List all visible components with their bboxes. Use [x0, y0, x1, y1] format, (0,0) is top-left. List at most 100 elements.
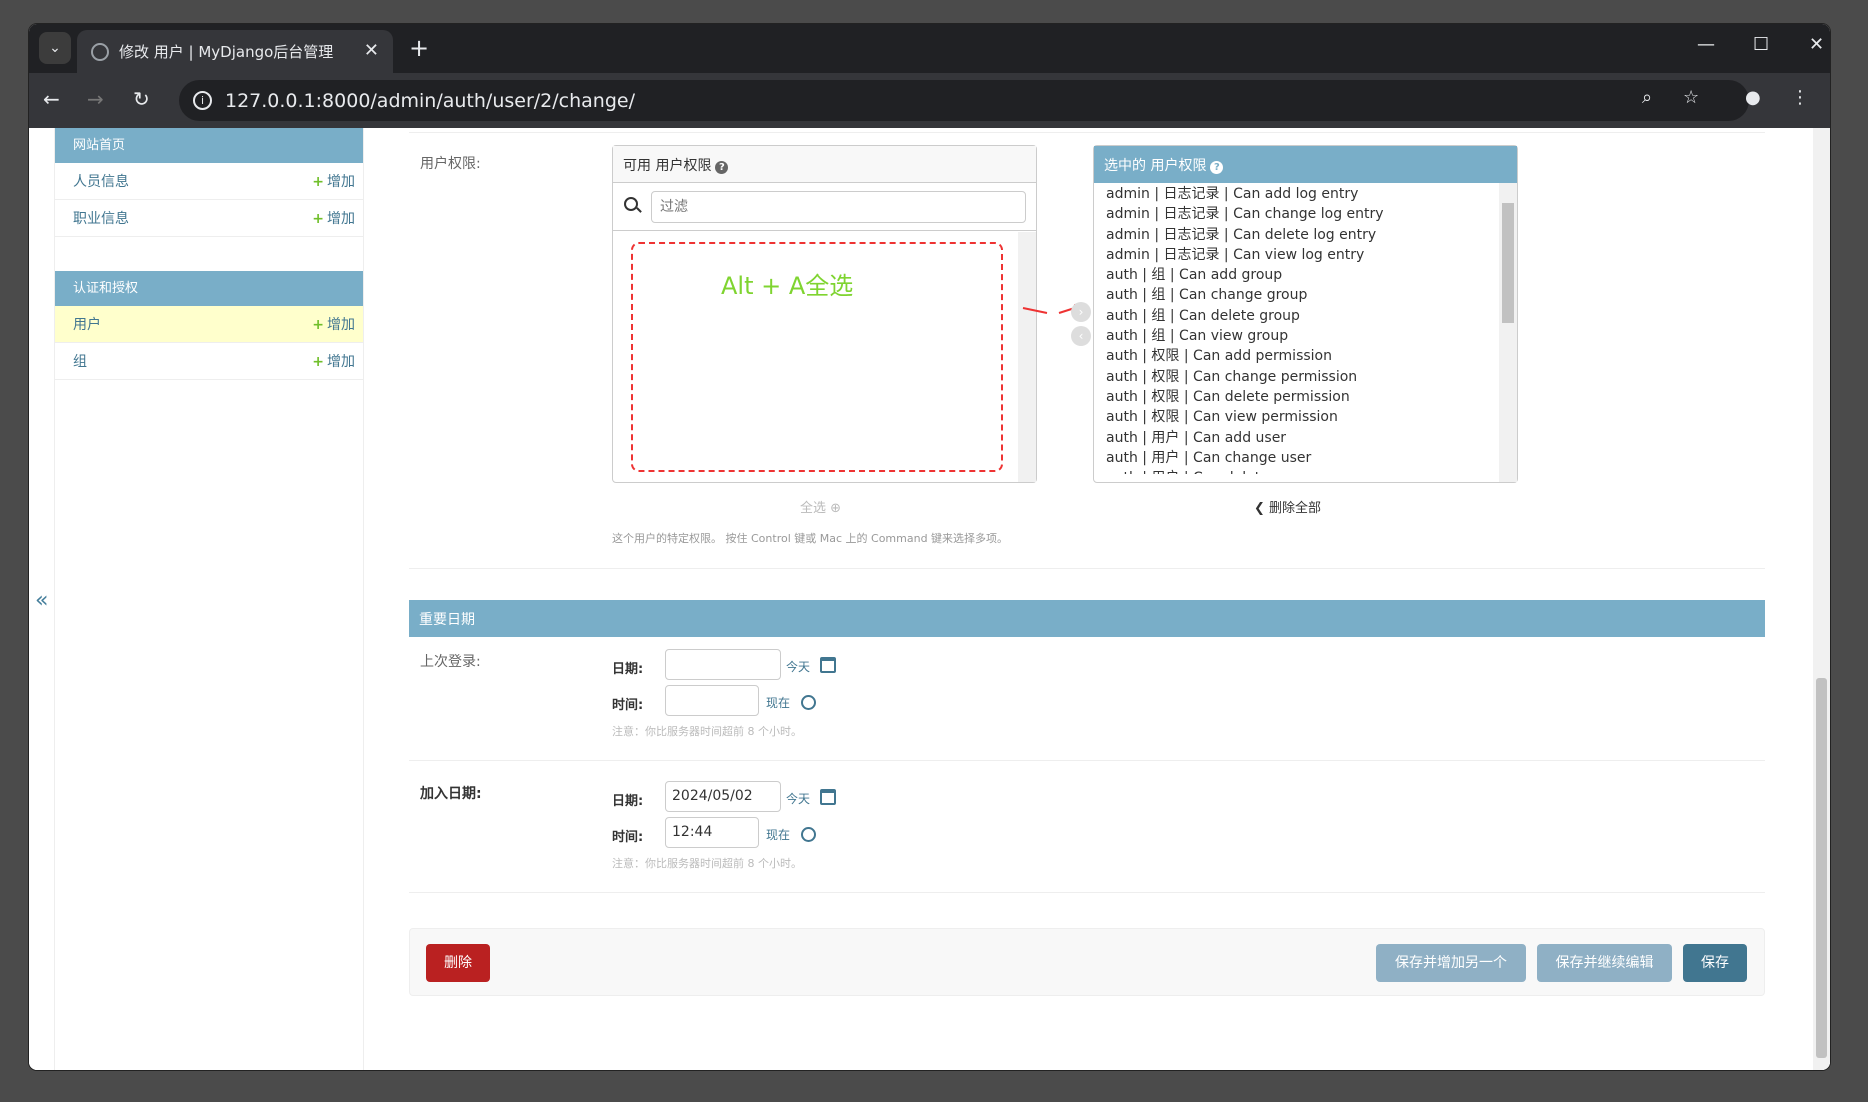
- module-header-auth[interactable]: 认证和授权: [55, 271, 363, 306]
- last-login-time-input[interactable]: [665, 685, 759, 716]
- zoom-icon[interactable]: ⌕: [1642, 87, 1652, 108]
- time-label: 时间:: [612, 698, 644, 713]
- chosen-option[interactable]: admin | 日志记录 | Can add log entry: [1106, 184, 1497, 204]
- chosen-option[interactable]: auth | 组 | Can change group: [1106, 285, 1497, 305]
- address-bar[interactable]: i 127.0.0.1:8000/admin/auth/user/2/chang…: [179, 80, 1749, 121]
- add-label: 增加: [327, 174, 355, 190]
- chosen-permissions-box: 选中的 用户权限? admin | 日志记录 | Can add log ent…: [1093, 145, 1518, 483]
- module-header-site[interactable]: 网站首页: [55, 128, 363, 163]
- delete-button[interactable]: 删除: [426, 944, 490, 982]
- save-continue-button[interactable]: 保存并继续编辑: [1537, 944, 1672, 982]
- plus-icon: +: [312, 174, 324, 190]
- clock-icon[interactable]: [801, 827, 816, 842]
- site-info-icon[interactable]: i: [193, 91, 212, 110]
- timezone-note: 注意：你比服务器时间超前 8 个小时。: [612, 725, 802, 738]
- chosen-option[interactable]: auth | 权限 | Can view permission: [1106, 407, 1497, 427]
- choose-all-link[interactable]: 全选 ⊕: [800, 497, 841, 516]
- remove-all-link[interactable]: ❮ 删除全部: [1254, 497, 1321, 516]
- submit-row: 删除 保存并增加另一个 保存并继续编辑 保存: [409, 928, 1765, 996]
- minimize-icon[interactable]: —: [1697, 34, 1715, 55]
- collapse-sidebar-button[interactable]: «: [35, 588, 48, 613]
- plus-icon: +: [312, 317, 324, 333]
- permissions-label: 用户权限:: [420, 156, 481, 172]
- now-link[interactable]: 现在: [766, 826, 790, 843]
- now-link[interactable]: 现在: [766, 694, 790, 711]
- clock-icon[interactable]: [801, 695, 816, 710]
- add-link[interactable]: + 增加: [312, 208, 355, 228]
- scroll-thumb[interactable]: [1502, 203, 1514, 323]
- page-scrollbar[interactable]: [1813, 128, 1830, 1070]
- page-scroll-thumb[interactable]: [1816, 678, 1827, 1058]
- sidebar-item-people[interactable]: 人员信息 + 增加: [55, 163, 363, 200]
- tab-strip: ⌄ 修改 用户 | MyDjango后台管理 ✕ + — ☐ ✕: [29, 24, 1830, 73]
- add-label: 增加: [327, 211, 355, 227]
- timezone-note: 注意：你比服务器时间超前 8 个小时。: [612, 857, 802, 870]
- maximize-icon[interactable]: ☐: [1753, 34, 1769, 55]
- sidebar-item-label[interactable]: 人员信息: [73, 171, 129, 191]
- bookmark-star-icon[interactable]: ☆: [1683, 87, 1699, 108]
- divider: [409, 760, 1765, 761]
- last-login-date-input[interactable]: [665, 649, 781, 680]
- date-label: 日期:: [612, 662, 644, 677]
- permissions-help-text: 这个用户的特定权限。 按住 Control 键或 Mac 上的 Command …: [612, 532, 1009, 545]
- sidebar-item-users[interactable]: 用户 + 增加: [55, 306, 363, 343]
- chosen-options-list[interactable]: admin | 日志记录 | Can add log entry admin | …: [1106, 184, 1497, 474]
- help-icon[interactable]: ?: [715, 161, 729, 174]
- chosen-scrollbar[interactable]: [1499, 183, 1517, 482]
- active-tab[interactable]: 修改 用户 | MyDjango后台管理 ✕: [77, 30, 393, 73]
- chosen-header: 选中的 用户权限?: [1094, 146, 1517, 183]
- add-link[interactable]: + 增加: [312, 171, 355, 191]
- sidebar-item-label[interactable]: 组: [73, 351, 87, 371]
- today-link[interactable]: 今天: [786, 790, 810, 807]
- chosen-option[interactable]: auth | 组 | Can delete group: [1106, 306, 1497, 326]
- add-link[interactable]: + 增加: [312, 351, 355, 371]
- profile-icon[interactable]: ●: [1745, 87, 1761, 108]
- tab-search-button[interactable]: ⌄: [39, 32, 71, 64]
- chosen-option[interactable]: admin | 日志记录 | Can change log entry: [1106, 204, 1497, 224]
- sidebar-item-label[interactable]: 用户: [73, 314, 101, 334]
- chosen-option[interactable]: auth | 权限 | Can add permission: [1106, 346, 1497, 366]
- chosen-option[interactable]: auth | 组 | Can add group: [1106, 265, 1497, 285]
- chosen-option[interactable]: auth | 组 | Can view group: [1106, 326, 1497, 346]
- new-tab-button[interactable]: +: [409, 34, 429, 62]
- annotation-text: Alt + A全选: [721, 272, 854, 300]
- plus-icon: +: [312, 354, 324, 370]
- globe-icon: [91, 43, 109, 61]
- today-link[interactable]: 今天: [786, 658, 810, 675]
- chosen-option[interactable]: auth | 权限 | Can change permission: [1106, 367, 1497, 387]
- page-content: 网站首页 人员信息 + 增加 职业信息 + 增加 认证和授权 用户 + 增加 组 + 增加 « …: [29, 128, 1830, 1070]
- sidebar-item-groups[interactable]: 组 + 增加: [55, 343, 363, 380]
- back-icon[interactable]: ←: [43, 87, 60, 111]
- date-joined-time-input[interactable]: 12:44: [665, 817, 759, 848]
- menu-icon[interactable]: ⋮: [1791, 87, 1809, 108]
- forward-icon[interactable]: →: [87, 87, 104, 111]
- toolbar: ← → ↻ i 127.0.0.1:8000/admin/auth/user/2…: [29, 73, 1830, 128]
- remove-arrow-icon[interactable]: ‹: [1071, 326, 1091, 346]
- help-icon[interactable]: ?: [1210, 161, 1224, 174]
- reload-icon[interactable]: ↻: [133, 87, 150, 111]
- chosen-option[interactable]: auth | 用户 | Can change user: [1106, 448, 1497, 468]
- date-joined-date-input[interactable]: 2024/05/02: [665, 781, 781, 812]
- save-button[interactable]: 保存: [1683, 944, 1747, 982]
- divider: [409, 568, 1765, 569]
- chosen-option[interactable]: admin | 日志记录 | Can delete log entry: [1106, 225, 1497, 245]
- choose-arrow-icon[interactable]: ›: [1071, 302, 1091, 322]
- calendar-icon[interactable]: [820, 657, 836, 673]
- close-window-icon[interactable]: ✕: [1809, 34, 1824, 55]
- browser-window: ⌄ 修改 用户 | MyDjango后台管理 ✕ + — ☐ ✕ ← → ↻ i…: [29, 24, 1830, 1070]
- chosen-option[interactable]: admin | 日志记录 | Can view log entry: [1106, 245, 1497, 265]
- add-link[interactable]: + 增加: [312, 314, 355, 334]
- filter-input[interactable]: [651, 191, 1026, 223]
- add-label: 增加: [327, 317, 355, 333]
- chosen-option[interactable]: auth | 用户 | Can add user: [1106, 428, 1497, 448]
- calendar-icon[interactable]: [820, 789, 836, 805]
- chosen-option[interactable]: auth | 用户 | Can delete user: [1106, 468, 1497, 474]
- divider: [409, 892, 1765, 893]
- remove-all-label: 删除全部: [1269, 501, 1322, 516]
- save-add-another-button[interactable]: 保存并增加另一个: [1376, 944, 1526, 982]
- available-scrollbar[interactable]: [1018, 232, 1036, 482]
- chosen-option[interactable]: auth | 权限 | Can delete permission: [1106, 387, 1497, 407]
- sidebar-item-label[interactable]: 职业信息: [73, 208, 129, 228]
- sidebar-item-jobs[interactable]: 职业信息 + 增加: [55, 200, 363, 237]
- close-tab-icon[interactable]: ✕: [364, 40, 379, 61]
